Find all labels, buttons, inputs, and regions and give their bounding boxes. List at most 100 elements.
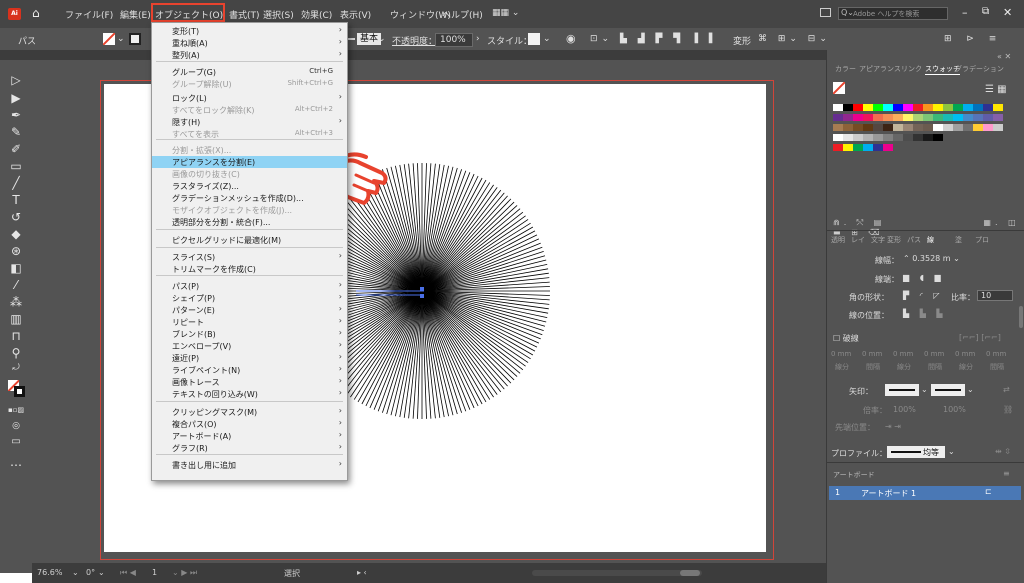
- panel-tab[interactable]: パス: [907, 235, 921, 245]
- color-swatch[interactable]: [873, 124, 883, 131]
- color-swatch[interactable]: [873, 144, 883, 151]
- object-menu-item[interactable]: グラフ(R) ›: [152, 442, 347, 454]
- transform-icon[interactable]: 変形: [733, 34, 751, 47]
- panel-tab[interactable]: 塗: [955, 235, 962, 245]
- status-arrows-icon[interactable]: ▸ ‹: [357, 568, 367, 577]
- color-swatch[interactable]: [873, 134, 883, 141]
- type-tool-icon[interactable]: T: [8, 192, 24, 208]
- color-swatch[interactable]: [893, 114, 903, 121]
- swatch-grid[interactable]: [833, 104, 1003, 154]
- dash-field[interactable]: 0 mm: [924, 350, 944, 358]
- graphic-style-swatch[interactable]: [528, 33, 540, 45]
- color-swatch[interactable]: [893, 104, 903, 111]
- menu-item[interactable]: 編集(E): [120, 8, 151, 21]
- color-swatch[interactable]: [843, 114, 853, 121]
- color-swatch[interactable]: [893, 124, 903, 131]
- draw-mode-icon[interactable]: ◎: [8, 418, 24, 434]
- color-swatch[interactable]: [903, 114, 913, 121]
- color-swatch[interactable]: [903, 134, 913, 141]
- object-menu-item[interactable]: 整列(A) ›: [152, 49, 347, 61]
- color-swatch[interactable]: [953, 104, 963, 111]
- color-swatch[interactable]: [863, 114, 873, 121]
- color-swatch[interactable]: [953, 124, 963, 131]
- menu-item[interactable]: 選択(S): [263, 8, 294, 21]
- start-arrowhead-dropdown-icon[interactable]: ⌄: [921, 385, 928, 394]
- object-menu-item[interactable]: 書き出し用に追加 ›: [152, 459, 347, 471]
- artboard-list-item[interactable]: 1 アートボード 1 ⊏: [829, 486, 1021, 500]
- selection-tool-icon[interactable]: ▷: [8, 72, 24, 88]
- opacity-input[interactable]: 100%: [435, 33, 473, 47]
- object-menu-item[interactable]: すべてをロック解除(K) Alt+Ctrl+2: [152, 104, 347, 116]
- color-swatch[interactable]: [913, 134, 923, 141]
- opacity-label[interactable]: 不透明度：: [392, 34, 437, 47]
- object-menu-item[interactable]: モザイクオブジェクトを作成(J)...: [152, 204, 347, 216]
- color-swatch[interactable]: [933, 114, 943, 121]
- color-swatch[interactable]: [843, 134, 853, 141]
- opacity-arrow-icon[interactable]: ›: [476, 34, 480, 44]
- color-swatch[interactable]: [863, 124, 873, 131]
- object-menu-item[interactable]: すべてを表示 Alt+Ctrl+3: [152, 128, 347, 140]
- color-swatch[interactable]: [893, 134, 903, 141]
- color-swatch[interactable]: [883, 114, 893, 121]
- object-menu-item[interactable]: ピクセルグリッドに最適化(M): [152, 234, 347, 246]
- color-swatch[interactable]: [853, 124, 863, 131]
- color-swatch[interactable]: [963, 104, 973, 111]
- profile-flip-icons[interactable]: ⇹ ⇳: [995, 447, 1011, 456]
- color-swatch[interactable]: [943, 104, 953, 111]
- color-swatch[interactable]: [833, 124, 843, 131]
- color-swatch[interactable]: [833, 134, 843, 141]
- panel-tab[interactable]: レイ: [851, 235, 865, 245]
- fill-stroke-widget[interactable]: [8, 380, 26, 398]
- end-arrowhead-select[interactable]: [931, 384, 965, 396]
- panel-tab[interactable]: リンク: [901, 64, 922, 74]
- color-swatch[interactable]: [843, 144, 853, 151]
- artboard-number[interactable]: 1: [152, 568, 157, 577]
- color-swatch[interactable]: [993, 114, 1003, 121]
- direct-selection-tool-icon[interactable]: ▶: [8, 90, 24, 106]
- panel-tab[interactable]: アピアランス: [859, 64, 901, 74]
- menu-item[interactable]: ヘルプ(H): [442, 8, 483, 21]
- rotation-dropdown-icon[interactable]: ⌄: [98, 568, 105, 577]
- color-swatch[interactable]: [933, 134, 943, 141]
- artboard-nav-prev-icon[interactable]: ⏮ ◀: [120, 568, 136, 578]
- swatch-list-view-icon[interactable]: ☰ ▦: [985, 84, 1007, 95]
- color-swatch[interactable]: [923, 114, 933, 121]
- object-menu-item[interactable]: ロック(L) ›: [152, 92, 347, 104]
- object-menu-item[interactable]: エンベロープ(V) ›: [152, 340, 347, 352]
- dash-field[interactable]: 0 mm: [831, 350, 851, 358]
- end-arrowhead-dropdown-icon[interactable]: ⌄: [967, 385, 974, 394]
- screen-mode-icon[interactable]: [820, 8, 831, 17]
- color-swatch[interactable]: [933, 124, 943, 131]
- color-swatch[interactable]: [863, 104, 873, 111]
- dash-field[interactable]: 0 mm: [955, 350, 975, 358]
- arrow-start-scale[interactable]: 100%: [893, 405, 916, 414]
- stroke-style-dropdown-icon[interactable]: ⌄: [378, 34, 386, 44]
- object-menu-item[interactable]: クリッピングマスク(M) ›: [152, 406, 347, 418]
- dashed-checkbox[interactable]: ☐ 破線: [833, 333, 859, 344]
- color-swatch[interactable]: [833, 104, 843, 111]
- dash-field[interactable]: 0 mm: [986, 350, 1006, 358]
- color-swatch[interactable]: [853, 134, 863, 141]
- menu-item[interactable]: ファイル(F): [65, 8, 113, 21]
- color-swatch[interactable]: [943, 114, 953, 121]
- object-menu-item[interactable]: 複合パス(O) ›: [152, 418, 347, 430]
- stroke-color-swatch[interactable]: [129, 33, 141, 45]
- object-menu-item[interactable]: 変形(T) ›: [152, 25, 347, 37]
- color-swatch[interactable]: [903, 124, 913, 131]
- color-swatch[interactable]: [833, 114, 843, 121]
- object-menu-item[interactable]: スライス(S) ›: [152, 251, 347, 263]
- color-swatch[interactable]: [923, 104, 933, 111]
- symbol-sprayer-tool-icon[interactable]: ⁂: [8, 294, 24, 310]
- color-mode-icons[interactable]: ▪▫▨: [8, 402, 24, 418]
- color-swatch[interactable]: [833, 144, 843, 151]
- color-swatch[interactable]: [983, 114, 993, 121]
- warp-tool-icon[interactable]: ⊛: [8, 243, 24, 259]
- color-swatch[interactable]: [963, 114, 973, 121]
- zoom-level[interactable]: 76.6%: [37, 568, 62, 577]
- color-swatch[interactable]: [983, 124, 993, 131]
- panel-scrollbar[interactable]: [1019, 306, 1023, 328]
- color-swatch[interactable]: [883, 134, 893, 141]
- object-menu-item[interactable]: リピート ›: [152, 316, 347, 328]
- object-menu-item[interactable]: ライブペイント(N) ›: [152, 364, 347, 376]
- close-button[interactable]: ✕: [1003, 6, 1012, 19]
